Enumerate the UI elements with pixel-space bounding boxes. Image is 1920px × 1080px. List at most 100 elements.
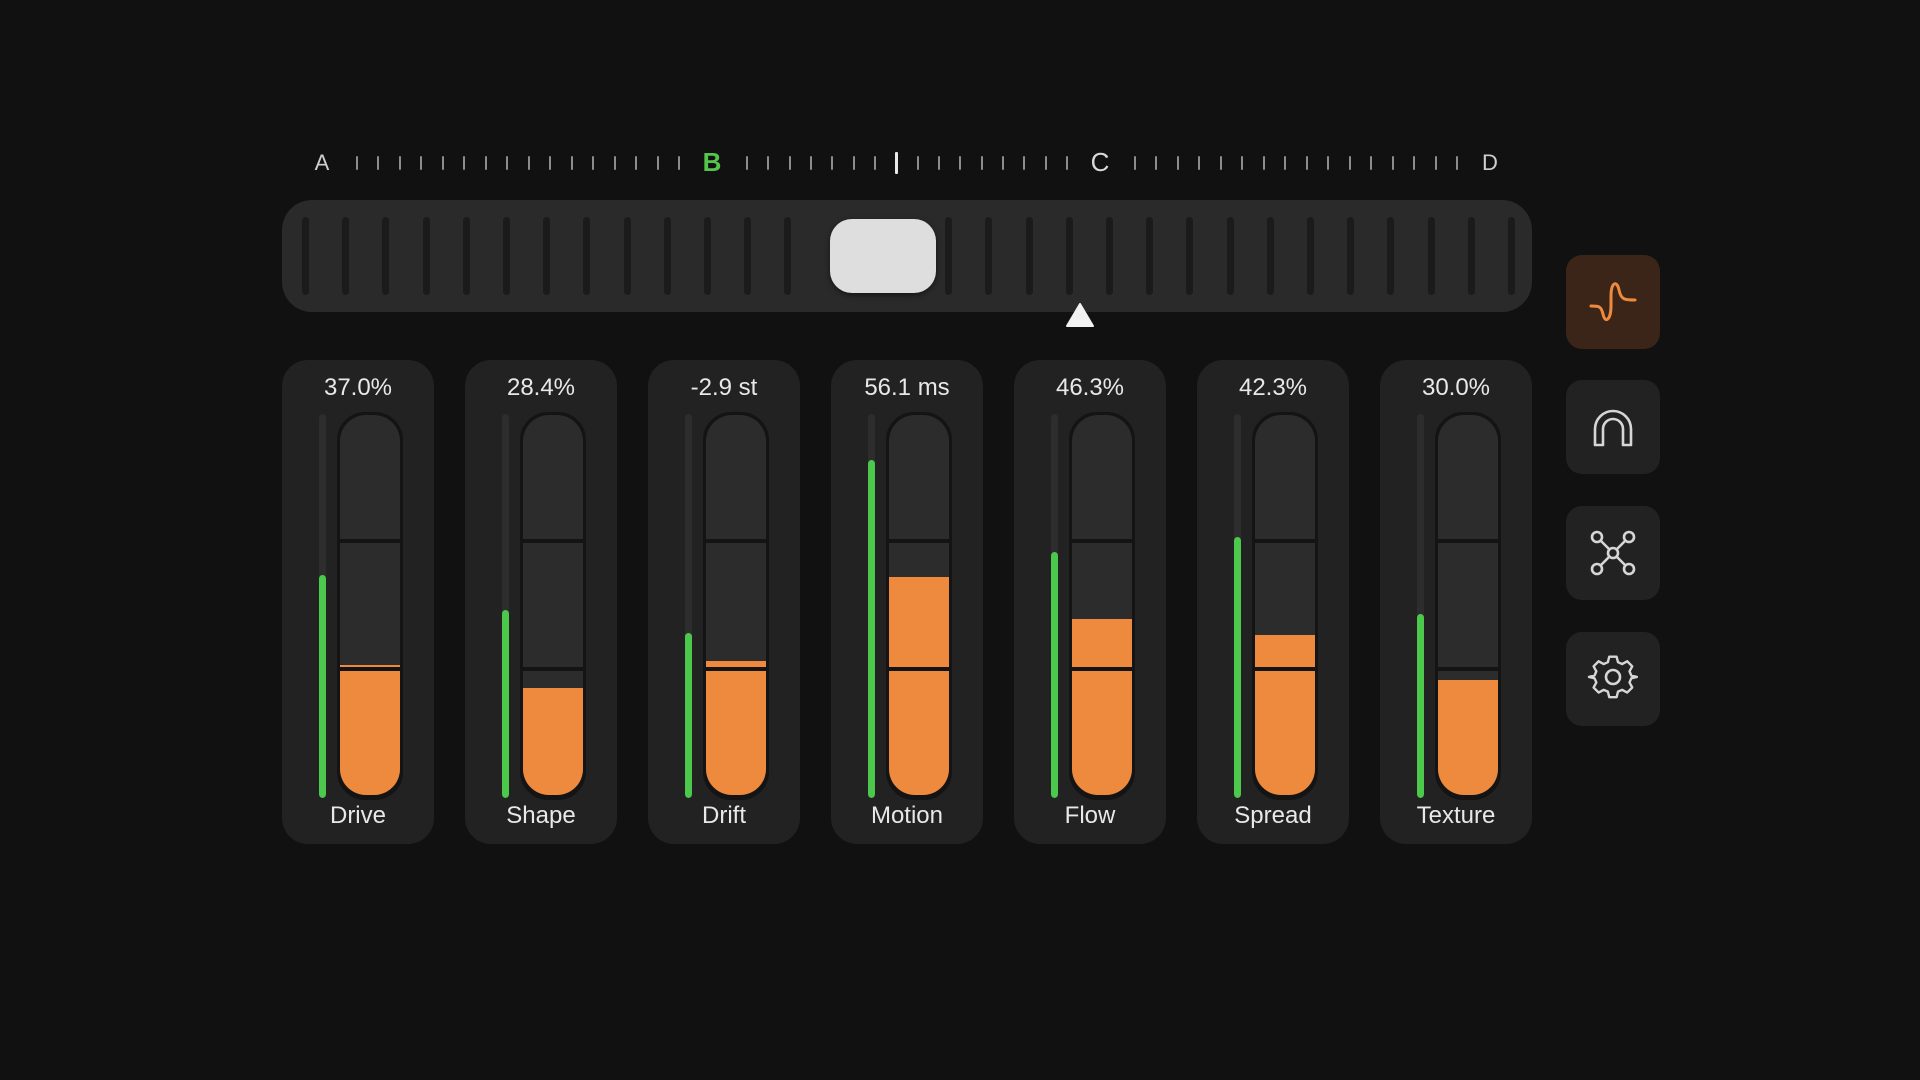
- ruler-tick: [549, 156, 552, 170]
- slider-fill: [1072, 619, 1132, 667]
- parameter-slider[interactable]: [886, 412, 952, 800]
- channel-drift: -2.9 st Drift: [648, 360, 800, 844]
- slider-fill: [889, 577, 949, 667]
- slider-fill: [889, 671, 949, 795]
- scrub-groove: [583, 217, 591, 295]
- slider-segment-bot: [1438, 671, 1498, 795]
- ruler-tick: [356, 156, 358, 170]
- slider-segment-bot: [706, 671, 766, 795]
- ruler-tick: [1434, 156, 1437, 170]
- slider-fill: [1438, 680, 1498, 795]
- channel-drive: 37.0% Drive: [282, 360, 434, 844]
- ruler-tick: [420, 156, 423, 170]
- level-meter-fill: [1051, 552, 1058, 798]
- slider-fill: [340, 665, 400, 667]
- ruler-tick: [1391, 156, 1394, 170]
- ruler-tick: [613, 156, 616, 170]
- scrub-groove: [784, 217, 792, 295]
- slider-segment-top: [1438, 415, 1498, 539]
- scrub-groove: [422, 217, 430, 295]
- ruler-tick: [788, 156, 791, 170]
- channel-label: Flow: [1064, 802, 1116, 829]
- slider-segment-mid: [340, 543, 400, 667]
- channel-shape: 28.4% Shape: [465, 360, 617, 844]
- ruler-tick: [1155, 156, 1158, 170]
- waveform-icon: [1589, 282, 1637, 322]
- ruler-label-c[interactable]: C: [1091, 147, 1110, 178]
- ruler-tick: [506, 156, 509, 170]
- slider-fill: [1255, 671, 1315, 795]
- ruler-tick: [1023, 156, 1026, 170]
- scrub-groove: [1467, 217, 1475, 295]
- slider-segment-mid: [706, 543, 766, 667]
- level-meter: [1417, 414, 1424, 798]
- scrub-groove: [1307, 217, 1314, 295]
- ruler-tick: [980, 156, 983, 170]
- scrub-groove: [663, 217, 671, 295]
- scrub-groove: [1226, 217, 1234, 295]
- ruler-label-a[interactable]: A: [315, 150, 330, 176]
- parameter-slider[interactable]: [1069, 412, 1135, 800]
- slider-segment-top: [340, 415, 400, 539]
- parameter-slider[interactable]: [1252, 412, 1318, 800]
- ruler-tick: [810, 156, 812, 170]
- ruler-tick: [1305, 156, 1308, 170]
- channel-motion: 56.1 ms Motion: [831, 360, 983, 844]
- level-meter: [319, 414, 326, 798]
- slider-segment-top: [523, 415, 583, 539]
- scrub-bar[interactable]: [282, 200, 1532, 312]
- scrub-handle[interactable]: [830, 219, 936, 293]
- parameter-slider[interactable]: [520, 412, 586, 800]
- ruler-tick: [895, 152, 899, 174]
- slider-fill: [706, 661, 766, 667]
- ruler-tick: [570, 156, 573, 170]
- scrub-groove: [1387, 217, 1395, 295]
- ruler-tick: [1348, 156, 1351, 170]
- slider-segment-bot: [340, 671, 400, 795]
- parameter-slider[interactable]: [337, 412, 403, 800]
- parameter-slider[interactable]: [703, 412, 769, 800]
- channel-value: 56.1 ms: [864, 374, 950, 401]
- level-meter-fill: [868, 460, 875, 798]
- scrub-groove: [704, 217, 711, 295]
- level-meter-fill: [502, 609, 509, 798]
- slider-fill: [1255, 634, 1315, 667]
- timeline-ruler[interactable]: A B C D: [300, 147, 1510, 180]
- ruler-tick: [831, 156, 834, 170]
- scrub-groove: [1106, 217, 1113, 295]
- level-meter-fill: [685, 632, 692, 798]
- ruler-tick: [635, 156, 638, 170]
- channel-value: 42.3%: [1238, 374, 1308, 401]
- level-meter-fill: [1234, 536, 1241, 798]
- settings-button[interactable]: [1566, 632, 1660, 726]
- channel-label: Texture: [1416, 802, 1496, 829]
- ruler-tick: [746, 156, 748, 170]
- slider-segment-top: [1255, 415, 1315, 539]
- channel-value: 37.0%: [323, 374, 393, 401]
- channel-flow: 46.3% Flow: [1014, 360, 1166, 844]
- ruler-label-b[interactable]: B: [703, 147, 722, 178]
- ruler-tick: [1413, 156, 1416, 170]
- ruler-label-d[interactable]: D: [1482, 150, 1498, 176]
- playhead-marker-icon[interactable]: [1065, 302, 1095, 328]
- scrub-groove: [1146, 217, 1154, 295]
- channel-label: Shape: [506, 802, 576, 829]
- ruler-tick: [767, 156, 770, 170]
- scrub-groove: [302, 217, 309, 295]
- slider-segment-top: [889, 415, 949, 539]
- ruler-tick: [463, 156, 466, 170]
- ruler-tick: [1327, 156, 1330, 170]
- parameter-slider[interactable]: [1435, 412, 1501, 800]
- slider-segment-top: [706, 415, 766, 539]
- network-button[interactable]: [1566, 506, 1660, 600]
- ruler-tick: [1134, 156, 1136, 170]
- ruler-tick: [959, 156, 962, 170]
- channel-label: Spread: [1234, 802, 1312, 829]
- scrub-groove: [985, 217, 993, 295]
- waveform-button[interactable]: [1566, 255, 1660, 349]
- channel-spread: 42.3% Spread: [1197, 360, 1349, 844]
- slider-segment-top: [1072, 415, 1132, 539]
- channel-value: -2.9 st: [690, 374, 758, 401]
- magnet-button[interactable]: [1566, 380, 1660, 474]
- ruler-tick: [852, 156, 855, 170]
